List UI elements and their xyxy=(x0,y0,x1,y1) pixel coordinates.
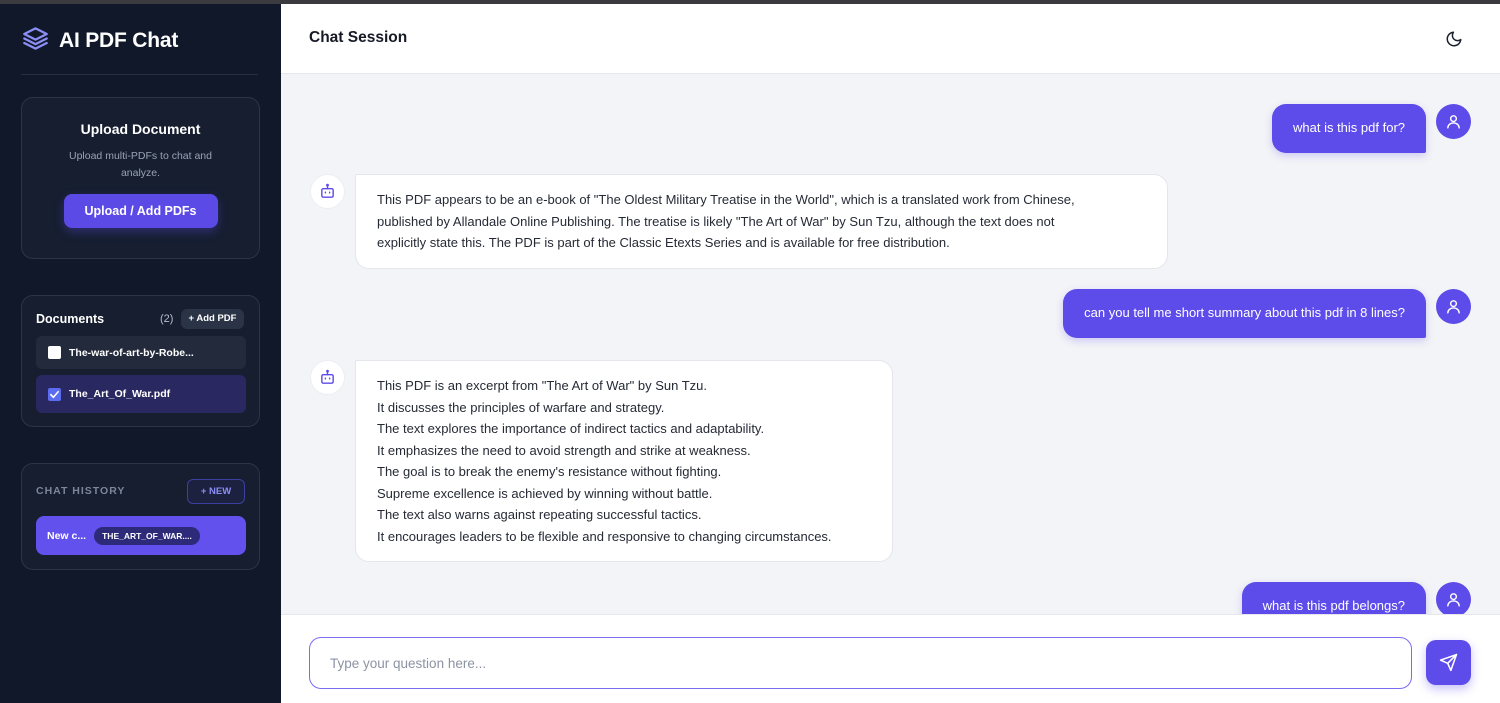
upload-panel: Upload Document Upload multi-PDFs to cha… xyxy=(21,97,260,259)
bot-message: This PDF is an excerpt from "The Art of … xyxy=(355,360,893,562)
upload-title: Upload Document xyxy=(80,121,201,137)
user-message: what is this pdf belongs? xyxy=(1241,582,1426,614)
document-item[interactable]: The-war-of-art-by-Robe... xyxy=(36,336,246,369)
documents-heading: Documents xyxy=(36,312,105,326)
bot-avatar xyxy=(310,174,345,209)
bot-message: This PDF appears to be an e-book of "The… xyxy=(355,174,1168,269)
moon-icon[interactable] xyxy=(1445,30,1463,53)
chat-document-tag: THE_ART_OF_WAR.... xyxy=(94,526,200,545)
app-title: AI PDF Chat xyxy=(59,29,179,52)
bot-avatar xyxy=(310,360,345,395)
divider xyxy=(21,74,258,75)
document-item[interactable]: The_Art_Of_War.pdf xyxy=(36,375,246,413)
message-line: explicitly state this. The PDF is part o… xyxy=(377,235,950,250)
new-chat-button[interactable]: + NEW xyxy=(187,479,245,504)
chat-main: Chat Session what is this pdf for? This … xyxy=(281,4,1500,703)
chat-item-label: New c... xyxy=(47,529,87,542)
message-line: It discusses the principles of warfare a… xyxy=(377,399,665,415)
user-message: can you tell me short summary about this… xyxy=(1063,289,1426,338)
user-icon xyxy=(1447,593,1460,607)
user-message: what is this pdf for? xyxy=(1272,104,1426,153)
document-checkbox[interactable] xyxy=(48,387,61,401)
upload-description: Upload multi-PDFs to chat and analyze. xyxy=(69,150,212,179)
message-line: Supreme excellence is achieved by winnin… xyxy=(377,485,713,501)
message-line: It emphasizes the need to avoid strength… xyxy=(377,442,751,458)
message-line: The text also warns against repeating su… xyxy=(377,507,702,522)
message-list[interactable]: what is this pdf for? This PDF appears t… xyxy=(281,75,1500,614)
user-avatar xyxy=(1436,289,1471,324)
message-line: The text explores the importance of indi… xyxy=(377,421,765,436)
send-icon xyxy=(1439,653,1458,672)
send-button[interactable] xyxy=(1426,640,1471,685)
add-pdf-button[interactable]: + Add PDF xyxy=(181,309,244,329)
chat-history-heading: CHAT HISTORY xyxy=(36,485,126,497)
user-icon xyxy=(1447,115,1460,129)
question-input[interactable] xyxy=(309,637,1412,689)
bot-icon xyxy=(321,369,334,384)
document-checkbox[interactable] xyxy=(48,346,61,359)
bot-icon xyxy=(321,183,334,198)
composer xyxy=(281,614,1500,703)
documents-count: (2) xyxy=(160,313,174,325)
chat-history-item[interactable]: New c... THE_ART_OF_WAR.... xyxy=(36,516,246,555)
sidebar: AI PDF Chat Upload Document Upload multi… xyxy=(0,4,281,703)
check-icon xyxy=(50,390,59,398)
document-name: The-war-of-art-by-Robe... xyxy=(69,346,194,359)
upload-pdfs-button[interactable]: Upload / Add PDFs xyxy=(63,194,218,228)
chat-header: Chat Session xyxy=(281,4,1500,74)
documents-panel: Documents (2) + Add PDF The-war-of-art-b… xyxy=(21,295,260,427)
layers-icon xyxy=(22,25,49,57)
user-avatar xyxy=(1436,104,1471,139)
user-avatar xyxy=(1436,582,1471,614)
brand: AI PDF Chat xyxy=(22,25,178,57)
message-line: It encourages leaders to be flexible and… xyxy=(377,528,832,544)
chat-history-panel: CHAT HISTORY + NEW New c... THE_ART_OF_W… xyxy=(21,463,260,570)
page-title: Chat Session xyxy=(309,29,408,46)
document-name: The_Art_Of_War.pdf xyxy=(69,388,171,400)
message-line: This PDF is an excerpt from "The Art of … xyxy=(377,378,708,393)
user-icon xyxy=(1447,300,1460,314)
message-line: This PDF appears to be an e-book of "The… xyxy=(377,192,1075,207)
message-line: published by Allandale Online Publishing… xyxy=(377,213,1055,229)
message-line: The goal is to break the enemy's resista… xyxy=(377,464,722,479)
